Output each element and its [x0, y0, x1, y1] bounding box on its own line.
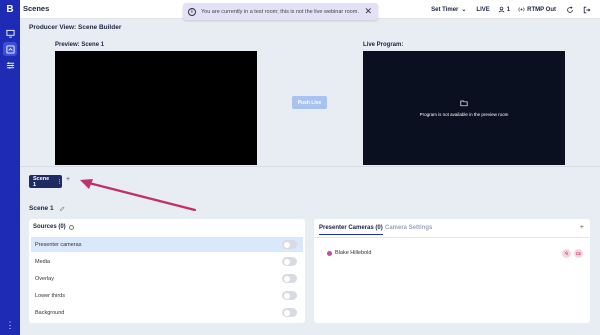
add-presenter-button[interactable]: +: [580, 224, 584, 231]
info-icon: i: [188, 7, 196, 16]
set-timer-label: Set Timer: [431, 6, 459, 13]
close-icon[interactable]: ✕: [364, 6, 372, 17]
source-row[interactable]: Presenter cameras: [31, 237, 303, 252]
push-live-button[interactable]: Push Live: [292, 96, 327, 109]
source-row[interactable]: Media: [31, 254, 303, 269]
viewer-count[interactable]: 1: [498, 6, 510, 13]
source-row[interactable]: Overlay: [31, 271, 303, 286]
scene-name-label: Scene 1: [29, 205, 54, 212]
settings-sliders-icon[interactable]: [3, 58, 17, 72]
preview-label: Preview: Scene 1: [55, 42, 105, 48]
source-toggle[interactable]: [282, 291, 297, 300]
left-rail: B ⋮: [0, 0, 20, 335]
refresh-icon[interactable]: [566, 5, 574, 14]
scene-tab-label: Scene 1: [33, 175, 50, 188]
rtmp-out-button[interactable]: RTMP Out: [518, 6, 556, 13]
source-label: Overlay: [35, 275, 54, 282]
sources-header: Sources (0): [33, 224, 74, 230]
divider: [314, 237, 590, 238]
drag-handle-icon[interactable]: ⋮: [319, 250, 324, 256]
source-row[interactable]: Background: [31, 305, 303, 320]
toast-message: You are currently in a test room; this i…: [201, 8, 359, 15]
program-label: Live Program:: [363, 42, 404, 48]
pencil-icon[interactable]: [59, 206, 65, 212]
source-label: Lower thirds: [35, 292, 65, 299]
scene-tab-menu-icon[interactable]: ⋮: [57, 179, 62, 185]
exit-icon[interactable]: [583, 6, 591, 14]
source-toggle[interactable]: [282, 308, 297, 317]
camera-off-icon[interactable]: [574, 249, 583, 258]
info-icon[interactable]: [68, 224, 74, 230]
source-label: Media: [35, 258, 50, 265]
user-icon: [498, 6, 505, 13]
test-room-toast: i You are currently in a test room; this…: [183, 3, 378, 20]
source-label: Background: [35, 309, 65, 316]
viewer-count-value: 1: [506, 6, 511, 13]
presenter-row[interactable]: ⋮ Blake Hillebold: [319, 250, 371, 256]
chevron-down-icon: ⌄: [461, 7, 467, 13]
scene-name: Scene 1: [29, 205, 65, 212]
monitor-icon[interactable]: [3, 26, 17, 40]
presenters-panel: Presenter Cameras (0) Camera Settings + …: [314, 219, 590, 323]
sources-panel: Sources (0) Presenter cameras Media Over…: [29, 219, 305, 323]
mic-off-icon[interactable]: [562, 249, 571, 258]
sources-title: Sources (0): [33, 224, 66, 230]
presenter-name: Blake Hillebold: [335, 250, 372, 256]
rtmp-out-label: RTMP Out: [527, 6, 556, 13]
tab-camera-settings[interactable]: Camera Settings: [385, 225, 432, 231]
live-program-canvas: Program is not available in the preview …: [363, 51, 565, 165]
source-toggle[interactable]: [282, 257, 297, 266]
broadcast-icon: [518, 7, 525, 12]
scene-tabs-bar: [20, 166, 600, 196]
status-dot-icon: [327, 250, 332, 256]
live-status: LIVE: [476, 6, 490, 13]
program-message: Program is not available in the preview …: [419, 112, 509, 117]
source-label: Presenter cameras: [35, 241, 82, 248]
tab-presenter-cameras[interactable]: Presenter Cameras (0): [319, 225, 383, 235]
more-menu-icon[interactable]: ⋮: [4, 319, 16, 331]
builder-title: Producer View: Scene Builder: [29, 24, 122, 31]
set-timer-dropdown[interactable]: Set Timer ⌄: [431, 6, 467, 14]
scene-tab[interactable]: Scene 1 ⋮: [29, 175, 62, 188]
page-title: Scenes: [23, 4, 50, 13]
preview-canvas[interactable]: [55, 51, 257, 165]
scenes-icon[interactable]: [3, 42, 17, 56]
add-scene-button[interactable]: +: [66, 176, 70, 183]
source-toggle[interactable]: [282, 274, 297, 283]
source-row[interactable]: Lower thirds: [31, 288, 303, 303]
folder-icon: [460, 100, 468, 107]
source-toggle[interactable]: [282, 240, 297, 249]
app-logo[interactable]: B: [3, 3, 17, 17]
top-bar-actions: Set Timer ⌄ LIVE 1 RTMP Out: [431, 0, 600, 19]
